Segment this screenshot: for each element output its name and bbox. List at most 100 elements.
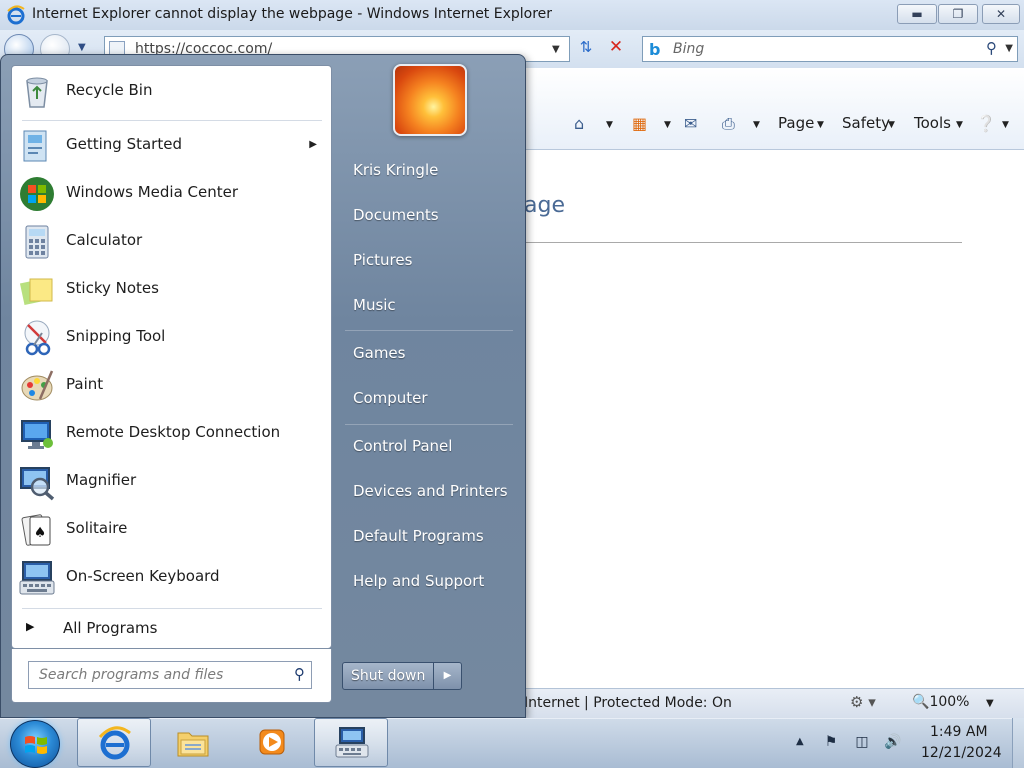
search-dropdown-icon[interactable]: ▼ bbox=[1005, 43, 1013, 54]
media-center-icon bbox=[20, 177, 54, 211]
solitaire-icon: ♠ bbox=[21, 514, 51, 546]
program-getting-started[interactable]: Getting Started ▶ bbox=[12, 122, 331, 170]
right-item-label: Music bbox=[353, 296, 396, 314]
right-item-label: Computer bbox=[353, 389, 428, 407]
right-item-documents[interactable]: Documents bbox=[341, 198, 517, 234]
internet-explorer-icon bbox=[7, 5, 25, 25]
getting-started-icon bbox=[23, 130, 47, 162]
program-windows-media-center[interactable]: Windows Media Center bbox=[12, 170, 331, 218]
taskbar-windows-explorer[interactable] bbox=[156, 718, 230, 767]
start-search-placeholder: Search programs and files bbox=[39, 667, 224, 683]
pinned-separator bbox=[22, 120, 322, 121]
program-solitaire[interactable]: ♠ Solitaire bbox=[12, 506, 331, 554]
all-programs-label: All Programs bbox=[63, 619, 158, 637]
program-label: On-Screen Keyboard bbox=[66, 567, 220, 585]
right-item-default-programs[interactable]: Default Programs bbox=[341, 519, 517, 555]
volume-icon[interactable]: 🔊 bbox=[884, 734, 902, 750]
program-label: Snipping Tool bbox=[66, 327, 166, 345]
search-icon[interactable]: ⚲ bbox=[986, 39, 997, 57]
security-icon[interactable]: ⚙ ▾ bbox=[850, 693, 876, 711]
right-item-pictures[interactable]: Pictures bbox=[341, 243, 517, 279]
clock-time[interactable]: 1:49 AM bbox=[930, 724, 988, 740]
bing-icon: b bbox=[649, 40, 661, 59]
right-item-devices-and-printers[interactable]: Devices and Printers bbox=[341, 474, 517, 510]
heading-divider bbox=[524, 242, 962, 243]
taskbar-media-player[interactable] bbox=[235, 718, 309, 767]
right-item-user[interactable]: Kris Kringle bbox=[341, 153, 517, 189]
user-picture[interactable] bbox=[393, 64, 467, 136]
media-player-icon bbox=[259, 729, 285, 755]
mail-icon[interactable]: ✉ bbox=[684, 114, 697, 133]
sticky-notes-icon bbox=[19, 278, 53, 306]
program-label: Windows Media Center bbox=[66, 183, 239, 201]
safety-menu[interactable]: Safety bbox=[842, 114, 890, 132]
help-dropdown-icon[interactable]: ▼ bbox=[1002, 120, 1009, 130]
submenu-arrow-icon: ▶ bbox=[309, 139, 317, 150]
ie-titlebar[interactable]: Internet Explorer cannot display the web… bbox=[0, 0, 1024, 30]
show-hidden-icons-icon[interactable]: ▲ bbox=[796, 736, 804, 747]
right-item-help-and-support[interactable]: Help and Support bbox=[341, 564, 517, 600]
shut-down-button[interactable]: Shut down bbox=[342, 662, 434, 690]
action-center-flag-icon[interactable]: ⚑ bbox=[822, 734, 840, 750]
program-calculator[interactable]: Calculator bbox=[12, 218, 331, 266]
keyboard-icon bbox=[335, 727, 369, 758]
program-snipping-tool[interactable]: Snipping Tool bbox=[12, 314, 331, 362]
help-icon[interactable]: ❔ bbox=[976, 114, 996, 133]
right-item-label: Devices and Printers bbox=[353, 482, 508, 500]
feeds-dropdown-icon[interactable]: ▼ bbox=[664, 120, 671, 130]
program-label: Paint bbox=[66, 375, 104, 393]
taskbar-on-screen-keyboard[interactable] bbox=[314, 718, 388, 767]
right-item-computer[interactable]: Computer bbox=[341, 381, 517, 417]
clock-date[interactable]: 12/21/2024 bbox=[921, 745, 1002, 761]
address-dropdown-icon[interactable]: ▼ bbox=[552, 44, 560, 55]
stop-icon[interactable]: ✕ bbox=[604, 37, 628, 59]
keyboard-icon bbox=[19, 561, 55, 595]
zoom-dropdown-icon[interactable]: ▼ bbox=[986, 698, 994, 709]
status-zone-text[interactable]: Internet | Protected Mode: On bbox=[524, 695, 732, 711]
show-desktop-button[interactable] bbox=[1012, 718, 1024, 768]
program-paint[interactable]: Paint bbox=[12, 362, 331, 410]
search-box[interactable]: b Bing ⚲ ▼ bbox=[642, 36, 1018, 62]
program-on-screen-keyboard[interactable]: On-Screen Keyboard bbox=[12, 554, 331, 602]
feeds-icon[interactable]: ▦ bbox=[632, 114, 647, 133]
program-recycle-bin[interactable]: Recycle Bin bbox=[12, 68, 331, 116]
all-programs-button[interactable]: ▶ All Programs bbox=[12, 612, 331, 646]
page-menu[interactable]: Page bbox=[778, 114, 814, 132]
start-search-input[interactable]: Search programs and files ⚲ bbox=[28, 661, 312, 689]
right-item-label: Control Panel bbox=[353, 437, 453, 455]
home-dropdown-icon[interactable]: ▼ bbox=[606, 120, 613, 130]
search-icon[interactable]: ⚲ bbox=[294, 665, 305, 683]
start-search-area: Search programs and files ⚲ bbox=[11, 649, 332, 703]
page-heading: age bbox=[524, 193, 565, 218]
right-item-label: Help and Support bbox=[353, 572, 485, 590]
refresh-icon[interactable]: ⇅ bbox=[574, 38, 598, 60]
print-dropdown-icon[interactable]: ▼ bbox=[753, 120, 760, 130]
zoom-level[interactable]: 🔍100% bbox=[912, 694, 969, 710]
program-label: Magnifier bbox=[66, 471, 137, 489]
zoom-value: 100% bbox=[929, 694, 970, 710]
right-item-games[interactable]: Games bbox=[341, 336, 517, 372]
page-menu-arrow-icon: ▼ bbox=[817, 120, 824, 130]
minimize-button[interactable]: ▬ bbox=[897, 4, 937, 24]
close-button[interactable]: ✕ bbox=[982, 4, 1020, 24]
right-item-label: Kris Kringle bbox=[353, 161, 439, 179]
right-item-control-panel[interactable]: Control Panel bbox=[341, 429, 517, 465]
history-dropdown-icon[interactable]: ▼ bbox=[78, 42, 86, 53]
home-icon[interactable]: ⌂ bbox=[574, 114, 584, 133]
tools-menu-arrow-icon: ▼ bbox=[956, 120, 963, 130]
program-sticky-notes[interactable]: Sticky Notes bbox=[12, 266, 331, 314]
print-icon[interactable]: ⎙ bbox=[722, 114, 735, 134]
program-remote-desktop-connection[interactable]: Remote Desktop Connection bbox=[12, 410, 331, 458]
tools-menu[interactable]: Tools bbox=[914, 114, 951, 132]
taskbar-internet-explorer[interactable] bbox=[77, 718, 151, 767]
network-icon[interactable]: ◫ bbox=[853, 734, 871, 750]
program-magnifier[interactable]: Magnifier bbox=[12, 458, 331, 506]
restore-button[interactable]: ❐ bbox=[938, 4, 978, 24]
right-separator bbox=[345, 330, 513, 331]
shut-down-label: Shut down bbox=[351, 668, 426, 684]
all-programs-arrow-icon: ▶ bbox=[26, 620, 35, 633]
right-item-music[interactable]: Music bbox=[341, 288, 517, 324]
shut-down-options-icon[interactable]: ▶ bbox=[434, 662, 462, 690]
calculator-icon bbox=[25, 225, 49, 259]
start-button[interactable] bbox=[10, 720, 60, 768]
